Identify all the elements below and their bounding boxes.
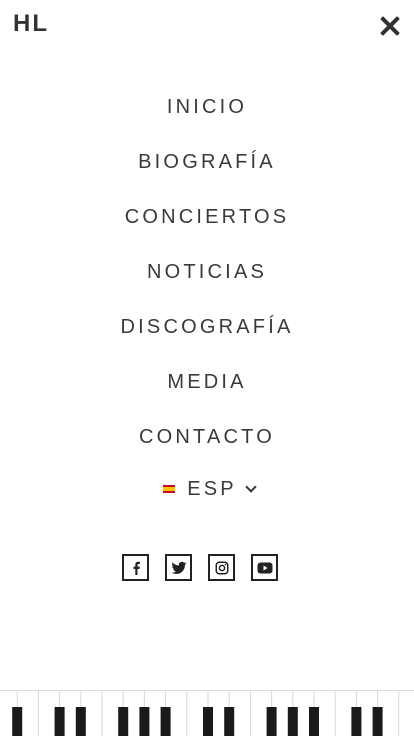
- menu-item-inicio: INICIO: [0, 92, 414, 147]
- instagram-icon: [215, 561, 228, 574]
- youtube-icon: [257, 562, 272, 573]
- facebook-icon: [133, 561, 140, 575]
- menu-item-discografia: DISCOGRAFÍA: [0, 312, 414, 367]
- language-label: ESP: [187, 478, 237, 500]
- twitter-icon: [171, 561, 186, 574]
- menu-link-inicio[interactable]: INICIO: [167, 96, 247, 118]
- piano-black-key: [372, 707, 383, 736]
- language-switcher: ESP: [0, 473, 414, 503]
- chevron-down-icon: [245, 481, 257, 493]
- language-dropdown[interactable]: ESP: [163, 475, 257, 503]
- piano-black-key: [224, 707, 235, 736]
- piano-black-key: [266, 707, 277, 736]
- twitter-link[interactable]: [165, 554, 192, 581]
- piano-keys-decoration: [0, 690, 414, 736]
- menu-link-biografia[interactable]: BIOGRAFÍA: [138, 151, 276, 173]
- menu-link-conciertos[interactable]: CONCIERTOS: [125, 206, 290, 228]
- social-links: [122, 554, 278, 581]
- menu-item-media: MEDIA: [0, 367, 414, 422]
- menu-link-discografia[interactable]: DISCOGRAFÍA: [121, 316, 294, 338]
- facebook-link[interactable]: [122, 554, 149, 581]
- menu-link-noticias[interactable]: NOTICIAS: [147, 261, 267, 283]
- piano-black-key: [287, 707, 298, 736]
- menu-item-contacto: CONTACTO: [0, 422, 414, 477]
- piano-black-key: [75, 707, 86, 736]
- spain-flag-icon: [163, 485, 176, 493]
- site-logo[interactable]: HL: [13, 10, 49, 38]
- piano-black-key: [309, 707, 319, 736]
- piano-black-key: [351, 707, 362, 736]
- menu-item-conciertos: CONCIERTOS: [0, 202, 414, 257]
- menu-item-biografia: BIOGRAFÍA: [0, 147, 414, 202]
- piano-black-key: [12, 707, 23, 736]
- piano-black-key: [203, 707, 213, 736]
- close-icon[interactable]: [378, 14, 402, 38]
- menu-item-noticias: NOTICIAS: [0, 257, 414, 312]
- instagram-link[interactable]: [208, 554, 235, 581]
- menu-link-media[interactable]: MEDIA: [167, 371, 246, 393]
- main-menu: INICIO BIOGRAFÍA CONCIERTOS NOTICIAS DIS…: [0, 92, 414, 477]
- piano-black-key: [139, 707, 150, 736]
- piano-black-key: [54, 707, 65, 736]
- menu-link-contacto[interactable]: CONTACTO: [139, 426, 275, 448]
- youtube-link[interactable]: [251, 554, 278, 581]
- piano-black-key: [160, 707, 171, 736]
- piano-keys-graphic: [12, 691, 400, 736]
- piano-black-key: [118, 707, 129, 736]
